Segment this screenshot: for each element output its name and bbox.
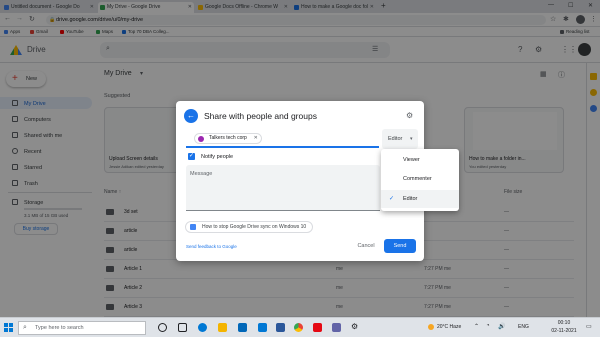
check-icon: ✓ [389,196,395,202]
settings-gear-icon[interactable]: ⚙ [406,111,413,120]
windows-start-icon[interactable] [4,323,13,332]
edge-icon[interactable] [198,323,207,332]
weather-icon [428,324,434,330]
message-textarea[interactable]: Message [186,165,380,211]
role-menu: Viewer Commenter ✓ Editor [381,149,459,211]
app-icon[interactable] [332,323,341,332]
notify-label: Notify people [201,154,234,160]
role-select-button[interactable]: Editor ▾ [382,129,418,149]
network-icon[interactable]: ◔ [486,323,490,329]
task-view-icon[interactable] [178,323,187,332]
volume-icon[interactable]: 🔊 [498,323,505,330]
chrome-icon[interactable] [294,323,303,332]
docs-icon [190,224,196,230]
clock-time[interactable]: 00:10 [549,320,579,326]
menu-item-commenter[interactable]: Commenter [381,170,459,188]
suggestion-chip[interactable]: How to stop Google Drive sync on Windows… [185,221,314,233]
language-indicator[interactable]: ENG [518,324,529,330]
mail-icon[interactable] [258,323,267,332]
notify-checkbox[interactable]: ✓ [188,153,195,160]
send-button[interactable]: Send [384,239,416,253]
store-icon[interactable] [238,323,247,332]
cortana-icon[interactable] [158,323,167,332]
back-arrow-icon[interactable]: ← [184,109,198,123]
message-placeholder: Message [190,171,213,177]
notifications-icon[interactable]: ▭ [586,323,592,330]
menu-item-editor[interactable]: ✓ Editor [381,190,459,208]
settings-gear-icon[interactable]: ⚙ [351,322,358,331]
netflix-icon[interactable] [313,323,322,332]
caret-down-icon: ▾ [410,136,413,142]
file-explorer-icon[interactable] [218,323,227,332]
recipient-chip[interactable]: Talkers tech corp ✕ [194,133,262,144]
windows-taskbar: ⌕ Type here to search ⚙ 20°C Haze ⌃ ◔ 🔊 … [0,317,600,337]
avatar [198,136,204,142]
chevron-up-icon[interactable]: ⌃ [474,323,479,330]
cancel-button[interactable]: Cancel [352,239,380,253]
word-icon[interactable] [276,323,285,332]
clock-date[interactable]: 02-11-2021 [549,328,579,334]
dialog-title: Share with people and groups [204,111,317,121]
people-input[interactable]: Talkers tech corp ✕ [186,131,379,148]
remove-chip-icon[interactable]: ✕ [254,134,258,143]
send-feedback-link[interactable]: Send feedback to Google [186,244,237,249]
search-icon: ⌕ [23,324,27,331]
taskbar-search-input[interactable]: ⌕ Type here to search [18,321,146,335]
weather-text[interactable]: 20°C Haze [437,324,461,330]
menu-item-viewer[interactable]: Viewer [381,151,459,169]
